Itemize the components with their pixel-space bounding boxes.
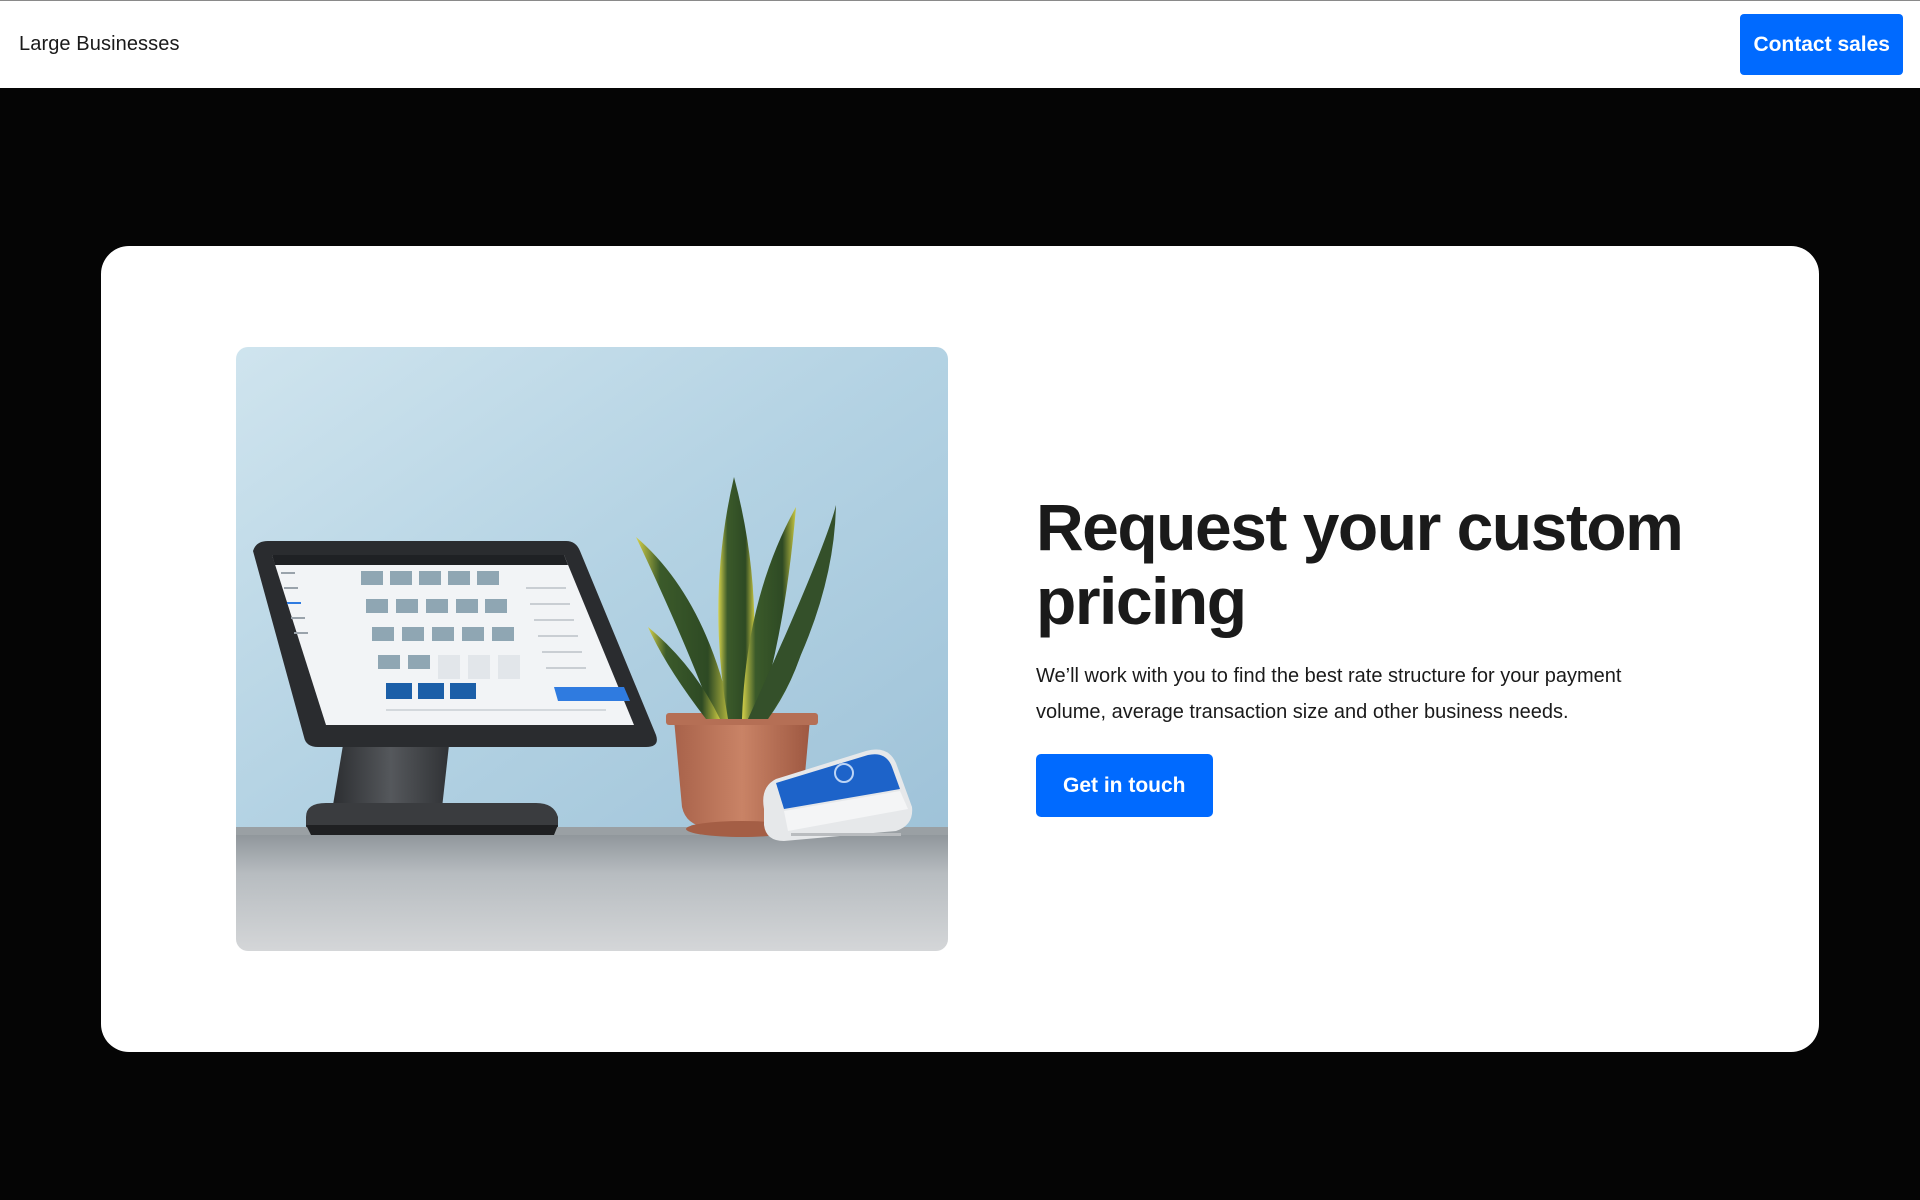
product-photo	[236, 347, 948, 951]
page-title: Request your custom pricing	[1036, 490, 1736, 638]
contact-sales-button[interactable]: Contact sales	[1740, 14, 1903, 75]
top-navigation-bar: Large Businesses Contact sales	[0, 0, 1920, 88]
page-section-title[interactable]: Large Businesses	[19, 33, 180, 56]
pricing-description: We’ll work with you to find the best rat…	[1036, 665, 1622, 723]
pos-terminal-illustration	[236, 347, 948, 951]
hero-section: Request your custom pricing We’ll work w…	[0, 88, 1920, 1200]
get-in-touch-button[interactable]: Get in touch	[1036, 754, 1213, 817]
pricing-card: Request your custom pricing We’ll work w…	[101, 246, 1819, 1052]
headline-line-2: pricing	[1036, 564, 1247, 638]
headline-line-1: Request your custom	[1036, 490, 1684, 564]
pricing-copy: Request your custom pricing We’ll work w…	[1036, 490, 1736, 817]
